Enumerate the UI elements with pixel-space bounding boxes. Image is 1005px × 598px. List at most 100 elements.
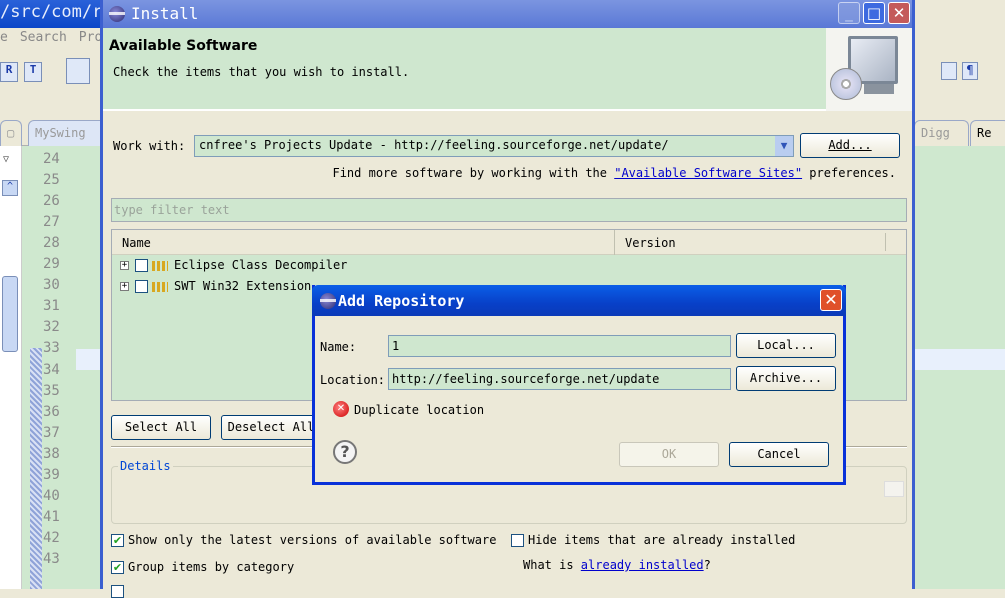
maximize-button[interactable]: □	[863, 2, 885, 24]
ide-tabbar-left: ▢ MySwing	[0, 118, 108, 146]
ok-button[interactable]: OK	[619, 442, 719, 467]
local-button[interactable]: Local...	[736, 333, 836, 358]
ide-title: /src/com/ra	[0, 2, 100, 22]
tab-re[interactable]: Re	[970, 120, 1005, 146]
line-number: 37	[43, 424, 60, 441]
available-sites-link[interactable]: "Available Software Sites"	[614, 166, 802, 180]
ide-left-strip: ▽ ^	[0, 146, 22, 589]
group-by-category-checkbox[interactable]: ✔	[111, 561, 124, 574]
open-type-icon[interactable]: R	[0, 62, 18, 82]
line-number: 29	[43, 256, 60, 273]
scroll-up-button[interactable]: ^	[2, 180, 18, 196]
option-checkbox[interactable]	[111, 585, 124, 598]
ide-toolbar: R T	[0, 55, 100, 87]
scrollbar-thumb[interactable]	[2, 276, 18, 352]
button-label: Cancel	[757, 447, 801, 461]
group-by-category-option[interactable]: ✔ Group items by category	[111, 560, 294, 574]
location-value: http://feeling.sourceforge.net/update	[392, 372, 660, 386]
menu-search[interactable]: Search	[20, 30, 67, 45]
overview-ruler	[30, 348, 42, 589]
line-number: 39	[43, 466, 60, 483]
tab-myswing[interactable]: MySwing	[28, 120, 108, 146]
hide-installed-checkbox[interactable]	[511, 534, 524, 547]
tree-item[interactable]: + Eclipse Class Decompiler	[120, 258, 347, 278]
deselect-all-button[interactable]: Deselect All	[221, 415, 321, 440]
cd-icon	[830, 68, 862, 100]
minimize-button[interactable]: _	[838, 2, 860, 24]
install-title-bar[interactable]: Install _ □ ✕	[103, 0, 912, 28]
add-repository-title-bar[interactable]: Add Repository ✕	[312, 285, 846, 316]
location-input[interactable]: http://feeling.sourceforge.net/update	[388, 368, 731, 390]
line-number: 28	[43, 235, 60, 252]
expand-icon[interactable]: +	[120, 282, 129, 291]
chevron-down-icon[interactable]: ▼	[775, 136, 793, 156]
already-installed-link[interactable]: already installed	[581, 558, 704, 572]
details-scroll-icon[interactable]	[884, 481, 904, 497]
name-value: 1	[392, 339, 400, 353]
expand-icon[interactable]: +	[120, 261, 129, 270]
show-whitespace-icon[interactable]: ¶	[962, 62, 978, 80]
dialog-title: Add Repository	[338, 292, 465, 310]
column-version[interactable]: Version	[614, 230, 686, 255]
menu-edit[interactable]: e	[0, 30, 8, 45]
button-label: OK	[661, 447, 677, 461]
button-label: Select All	[124, 420, 198, 434]
item-checkbox[interactable]	[135, 259, 148, 272]
line-number: 36	[43, 403, 60, 420]
close-button[interactable]: ✕	[888, 2, 910, 24]
what-is-installed-text: What is already installed?	[523, 558, 711, 572]
tab-label: Digg	[921, 126, 950, 140]
option-label: Show only the latest versions of availab…	[128, 533, 497, 547]
show-latest-checkbox[interactable]: ✔	[111, 534, 124, 547]
line-number: 25	[43, 172, 60, 189]
block-selection-icon[interactable]	[941, 62, 957, 80]
item-name: Eclipse Class Decompiler	[174, 258, 348, 272]
line-number: 27	[43, 214, 60, 231]
details-label: Details	[118, 459, 173, 473]
tab-digg[interactable]: Digg	[914, 120, 969, 146]
work-with-label: Work with:	[113, 139, 186, 153]
line-number: 35	[43, 382, 60, 399]
dialog-title: Install	[131, 4, 199, 23]
view-menu-icon[interactable]: ▽	[3, 154, 9, 165]
server-icon[interactable]	[66, 58, 90, 84]
archive-button[interactable]: Archive...	[736, 366, 836, 391]
option-label: Group items by category	[128, 560, 295, 574]
category-icon	[152, 281, 168, 292]
find-more-suffix: preferences.	[802, 166, 896, 180]
help-icon[interactable]: ?	[333, 440, 357, 464]
item-checkbox[interactable]	[135, 280, 148, 293]
line-number: 40	[43, 487, 60, 504]
eclipse-icon	[320, 293, 336, 309]
tree-item[interactable]: + SWT Win32 Extension	[120, 279, 311, 299]
show-latest-option[interactable]: ✔ Show only the latest versions of availa…	[111, 533, 496, 547]
name-input[interactable]: 1	[388, 335, 731, 357]
find-more-text: Find more software by working with the "…	[332, 166, 896, 180]
line-number: 30	[43, 277, 60, 294]
restore-view-button[interactable]: ▢	[0, 120, 22, 146]
select-all-button[interactable]: Select All	[111, 415, 211, 440]
tree-header: Name Version	[112, 230, 906, 255]
line-number: 24	[43, 151, 60, 167]
ide-menu-bar: e Search Proj	[0, 28, 110, 50]
filter-input[interactable]: type filter text	[111, 198, 907, 222]
work-with-combo[interactable]: cnfree's Projects Update - http://feelin…	[194, 135, 794, 157]
more-option[interactable]	[111, 584, 128, 598]
button-label: Add...	[828, 138, 872, 152]
open-type-hierarchy-icon[interactable]: T	[24, 62, 42, 82]
line-number: 34	[43, 361, 60, 378]
install-software-image	[826, 28, 912, 111]
add-site-button[interactable]: Add...	[800, 133, 900, 158]
close-button[interactable]: ✕	[820, 289, 842, 311]
cancel-button[interactable]: Cancel	[729, 442, 829, 467]
column-name[interactable]: Name	[122, 236, 151, 250]
tab-label: Re	[977, 126, 992, 140]
line-number: 26	[43, 193, 60, 210]
line-number: 32	[43, 319, 60, 336]
what-is-prefix: What is	[523, 558, 581, 572]
item-name: SWT Win32 Extension	[174, 279, 312, 293]
option-label: Hide items that are already installed	[528, 533, 796, 547]
error-message: Duplicate location	[354, 403, 485, 417]
wizard-header: Available Software Check the items that …	[103, 28, 912, 111]
hide-installed-option[interactable]: Hide items that are already installed	[511, 533, 795, 547]
